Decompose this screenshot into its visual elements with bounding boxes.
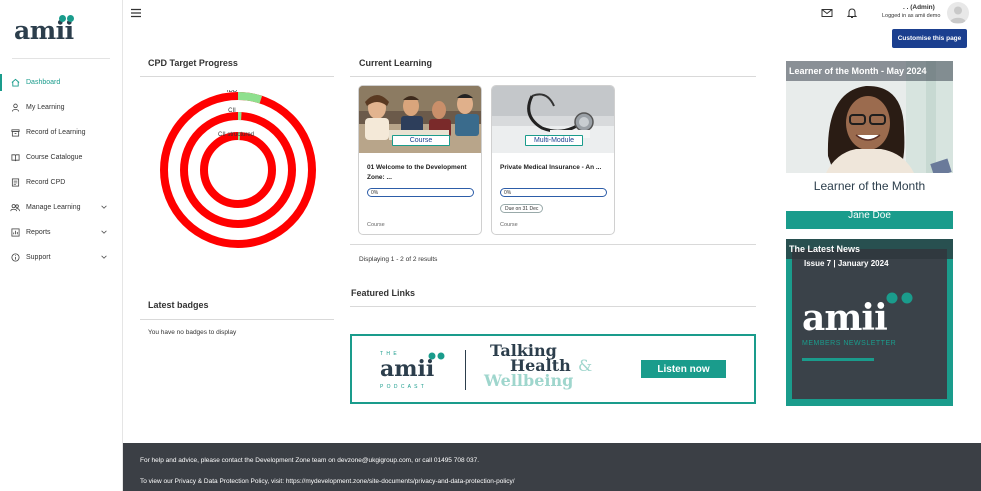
chevron-down-icon[interactable]	[100, 228, 108, 236]
sidebar-item-manage-learning[interactable]: Manage Learning	[0, 195, 122, 220]
progress-bar: 0%	[500, 188, 607, 197]
cpd-ring-label: CII structured	[218, 132, 254, 138]
section-divider	[350, 306, 756, 307]
course-type-tag: Multi-Module	[525, 135, 583, 146]
lotm-caption: Learner of the Month	[813, 179, 926, 193]
footer-help-text: For help and advice, please contact the …	[140, 457, 480, 464]
chevron-down-icon[interactable]	[100, 203, 108, 211]
document-icon	[10, 178, 20, 188]
sidebar-item-label: Manage Learning	[26, 204, 81, 211]
users-icon	[10, 203, 20, 213]
course-title[interactable]: 01 Welcome to the Development Zone: ...	[367, 163, 477, 183]
book-open-icon	[10, 153, 20, 163]
chart-icon	[10, 228, 20, 238]
course-type-tag: Course	[392, 135, 450, 146]
results-count: Displaying 1 - 2 of 2 results	[359, 256, 438, 263]
featured-links-title: Featured Links	[351, 288, 416, 298]
podcast-ampersand: &	[578, 356, 593, 375]
sidebar-item-label: Reports	[26, 229, 51, 236]
sidebar-item-my-learning[interactable]: My Learning	[0, 95, 122, 120]
section-divider	[350, 244, 756, 245]
info-icon	[10, 253, 20, 263]
sidebar-item-record-of-learning[interactable]: Record of Learning	[0, 120, 122, 145]
cpd-ring-label: IDD	[227, 90, 238, 94]
podcast-banner[interactable]: T H E amii P O D C A S T Talking Health …	[350, 334, 756, 404]
course-title[interactable]: Private Medical Insurance - An ...	[500, 163, 610, 173]
avatar[interactable]	[947, 2, 969, 24]
hamburger-menu-icon[interactable]	[130, 7, 142, 19]
logo-dots-icon	[54, 15, 76, 23]
badges-empty-message: You have no badges to display	[148, 329, 237, 336]
podcast-label: P O D C A S T	[380, 384, 425, 390]
banner-divider	[465, 350, 466, 390]
news-subtitle: MEMBERS NEWSLETTER	[802, 340, 897, 347]
mail-icon[interactable]	[821, 7, 833, 19]
sidebar-item-dashboard[interactable]: Dashboard	[0, 70, 122, 95]
home-icon	[10, 78, 20, 88]
sidebar-item-support[interactable]: Support	[0, 245, 122, 270]
cpd-ring-label: CII	[228, 108, 236, 114]
learner-photo	[786, 61, 953, 229]
footer: For help and advice, please contact the …	[123, 443, 981, 491]
learner-of-month-panel[interactable]: Learner of the Month - May 2024 Learner …	[786, 61, 953, 229]
sidebar-item-label: Course Catalogue	[26, 154, 83, 161]
active-indicator	[0, 74, 2, 91]
sidebar-item-label: Record CPD	[26, 179, 66, 186]
sidebar-item-label: Record of Learning	[26, 129, 86, 136]
section-divider	[350, 76, 756, 77]
due-date-badge: Due on 31 Dec	[500, 204, 544, 213]
listen-now-button[interactable]: Listen now	[641, 360, 726, 378]
logo-dots-icon	[886, 292, 913, 304]
archive-icon	[10, 128, 20, 138]
progress-bar: 0%	[367, 188, 474, 197]
sidebar-divider	[12, 58, 110, 59]
amii-logo[interactable]: amii	[14, 15, 76, 45]
cpd-progress-title: CPD Target Progress	[148, 58, 238, 68]
current-learning-title: Current Learning	[359, 58, 433, 68]
sidebar-item-label: Dashboard	[26, 79, 61, 86]
latest-news-panel[interactable]: The Latest News Issue 7 | January 2024 a…	[786, 239, 953, 406]
bell-icon[interactable]	[846, 7, 858, 19]
learning-card[interactable]: Multi-Module Private Medical Insurance -…	[491, 85, 615, 235]
logo-dots-icon	[428, 352, 445, 360]
user-name[interactable]: . . (Admin)	[903, 4, 935, 11]
news-issue: Issue 7 | January 2024	[804, 259, 889, 268]
news-brand: amii	[802, 297, 888, 339]
customise-page-button[interactable]: Customise this page	[892, 29, 967, 48]
news-header: The Latest News	[786, 239, 953, 259]
sidebar-item-reports[interactable]: Reports	[0, 220, 122, 245]
podcast-line-wellbeing: Wellbeing	[484, 371, 574, 390]
sidebar-item-course-catalogue[interactable]: Course Catalogue	[0, 145, 122, 170]
podcast-brand: amii	[380, 356, 435, 382]
sidebar-item-label: Support	[26, 254, 51, 261]
news-accent-line	[802, 358, 874, 361]
chevron-down-icon[interactable]	[100, 253, 108, 261]
cpd-ring-chart: IDD CII CII structured	[160, 90, 316, 248]
sidebar-item-label: My Learning	[26, 104, 65, 111]
cpd-ring-track	[200, 132, 276, 208]
lotm-header: Learner of the Month - May 2024	[786, 61, 953, 81]
section-divider	[140, 319, 334, 320]
user-login-status: Logged in as amii demo	[882, 13, 941, 19]
lotm-name: Jane Doe	[848, 210, 891, 221]
learning-card[interactable]: Course 01 Welcome to the Development Zon…	[358, 85, 482, 235]
sidebar: amii Dashboard My Learning Record of Lea…	[0, 0, 123, 491]
footer-privacy-link[interactable]: To view our Privacy & Data Protection Po…	[140, 478, 515, 485]
sidebar-item-record-cpd[interactable]: Record CPD	[0, 170, 122, 195]
course-type: Course	[500, 222, 518, 228]
sidebar-nav: Dashboard My Learning Record of Learning…	[0, 70, 122, 270]
user-icon	[10, 103, 20, 113]
section-divider	[140, 76, 334, 77]
latest-badges-title: Latest badges	[148, 300, 209, 310]
course-type: Course	[367, 222, 385, 228]
